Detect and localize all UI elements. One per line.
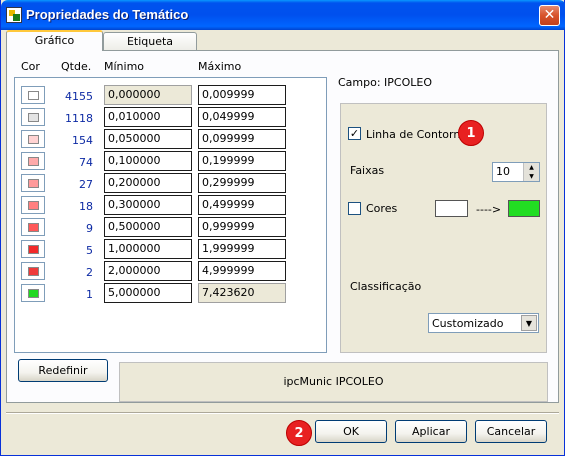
header-min: Mínimo <box>104 60 145 73</box>
window-title: Propriedades do Temático <box>26 7 189 22</box>
min-field[interactable]: 0,200000 <box>104 173 192 193</box>
campo-label: Campo: IPCOLEO <box>338 76 433 89</box>
tab-grafico[interactable]: Gráfico <box>6 30 103 51</box>
dialog-window: Propriedades do Temático ✕ Gráfico Etiqu… <box>0 0 565 456</box>
max-field[interactable]: 0,299999 <box>198 173 286 193</box>
color-swatch-fill <box>28 267 39 276</box>
ok-button[interactable]: OK <box>315 420 387 443</box>
faixas-label: Faixas <box>350 164 385 177</box>
min-field: 0,000000 <box>104 85 192 105</box>
row-count: 1118 <box>65 112 93 125</box>
to-color-swatch[interactable] <box>508 200 540 217</box>
redefinir-button[interactable]: Redefinir <box>18 359 108 382</box>
cancel-button[interactable]: Cancelar <box>475 420 547 443</box>
from-color-swatch[interactable] <box>435 200 468 217</box>
tab-etiqueta[interactable]: Etiqueta <box>103 32 197 52</box>
app-icon <box>6 7 22 23</box>
max-field[interactable]: 0,049999 <box>198 107 286 127</box>
classificacao-label: Classificação <box>350 280 422 293</box>
row-count: 74 <box>79 156 93 169</box>
color-swatch[interactable] <box>21 218 45 236</box>
contour-label: Linha de Contorno <box>366 128 468 141</box>
color-swatch[interactable] <box>21 262 45 280</box>
max-field[interactable]: 0,499999 <box>198 195 286 215</box>
max-field[interactable]: 4,999999 <box>198 261 286 281</box>
title-bar[interactable]: Propriedades do Temático ✕ <box>1 0 565 30</box>
min-field[interactable]: 0,500000 <box>104 217 192 237</box>
min-field[interactable]: 0,100000 <box>104 151 192 171</box>
color-swatch[interactable] <box>21 284 45 302</box>
spinner-buttons[interactable]: ▲ ▼ <box>523 163 539 181</box>
min-field[interactable]: 0,010000 <box>104 107 192 127</box>
row-count: 18 <box>79 200 93 213</box>
max-field[interactable]: 0,099999 <box>198 129 286 149</box>
max-field: 7,423620 <box>198 283 286 303</box>
color-swatch[interactable] <box>21 152 45 170</box>
color-swatch[interactable] <box>21 174 45 192</box>
min-field[interactable]: 0,050000 <box>104 129 192 149</box>
color-arrow: ----> <box>476 203 502 216</box>
close-button[interactable]: ✕ <box>539 5 560 26</box>
row-count: 1 <box>86 288 93 301</box>
color-swatch[interactable] <box>21 108 45 126</box>
row-count: 5 <box>86 244 93 257</box>
color-swatch[interactable] <box>21 130 45 148</box>
header-max: Máximo <box>198 60 242 73</box>
color-swatch[interactable] <box>21 86 45 104</box>
color-swatch-fill <box>28 91 39 100</box>
color-swatch-fill <box>28 135 39 144</box>
annotation-badge-1: 1 <box>458 120 484 146</box>
min-field[interactable]: 2,000000 <box>104 261 192 281</box>
row-count: 4155 <box>65 90 93 103</box>
max-field[interactable]: 0,199999 <box>198 151 286 171</box>
header-color: Cor <box>21 60 40 73</box>
spin-up-icon[interactable]: ▲ <box>524 163 539 172</box>
row-count: 154 <box>72 134 93 147</box>
color-swatch[interactable] <box>21 240 45 258</box>
footer-separator <box>6 412 559 414</box>
color-swatch-fill <box>28 245 39 254</box>
row-count: 9 <box>86 222 93 235</box>
layer-info: ipcMunic IPCOLEO <box>119 362 548 402</box>
classificacao-select[interactable]: Customizado ▼ <box>428 313 539 333</box>
row-count: 2 <box>86 266 93 279</box>
color-swatch-fill <box>28 201 39 210</box>
color-swatch-fill <box>28 179 39 188</box>
contour-checkbox[interactable]: ✓ <box>348 127 361 140</box>
chevron-down-icon[interactable]: ▼ <box>521 315 537 331</box>
color-swatch-fill <box>28 289 39 298</box>
min-field[interactable]: 1,000000 <box>104 239 192 259</box>
color-swatch[interactable] <box>21 196 45 214</box>
max-field[interactable]: 1,999999 <box>198 239 286 259</box>
cores-label: Cores <box>366 202 398 215</box>
color-swatch-fill <box>28 223 39 232</box>
annotation-badge-2: 2 <box>286 420 312 446</box>
spin-down-icon[interactable]: ▼ <box>524 172 539 181</box>
row-count: 27 <box>79 178 93 191</box>
color-swatch-fill <box>28 157 39 166</box>
min-field[interactable]: 0,300000 <box>104 195 192 215</box>
classificacao-value: Customizado <box>432 317 504 330</box>
max-field[interactable]: 0,009999 <box>198 85 286 105</box>
faixas-value: 10 <box>496 165 510 178</box>
faixas-spinner[interactable]: 10 ▲ ▼ <box>492 162 540 182</box>
apply-button[interactable]: Aplicar <box>395 420 467 443</box>
max-field[interactable]: 0,999999 <box>198 217 286 237</box>
color-swatch-fill <box>28 113 39 122</box>
cores-checkbox[interactable] <box>348 202 361 215</box>
min-field[interactable]: 5,000000 <box>104 283 192 303</box>
header-count: Qtde. <box>61 60 92 73</box>
